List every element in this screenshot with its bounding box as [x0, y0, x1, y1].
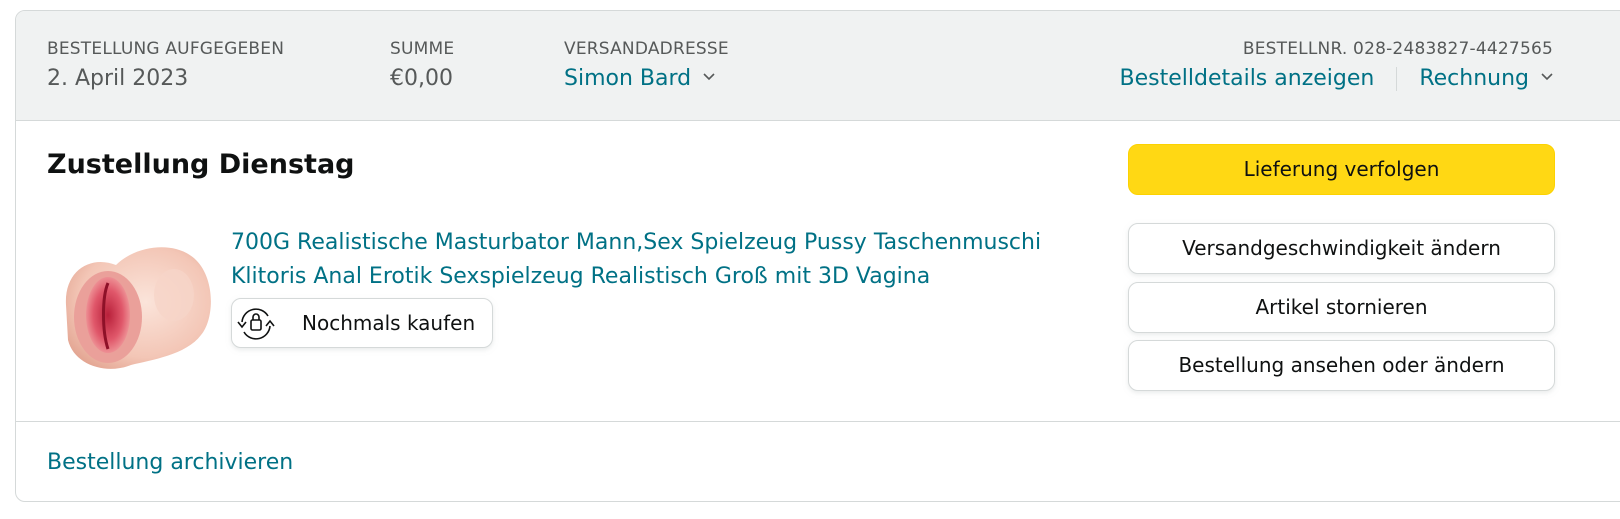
- cancel-item-button[interactable]: Artikel stornieren: [1128, 282, 1555, 333]
- product-title-link[interactable]: 700G Realistische Masturbator Mann,Sex S…: [231, 226, 1051, 294]
- delivery-status-title: Zustellung Dienstag: [47, 149, 355, 180]
- ship-to-name: Simon Bard: [564, 66, 692, 91]
- order-card: BESTELLUNG AUFGEGEBEN 2. April 2023 SUMM…: [15, 10, 1620, 502]
- order-total-column: SUMME €0,00: [390, 38, 454, 94]
- order-details-link[interactable]: Bestelldetails anzeigen: [1120, 66, 1375, 91]
- order-header-links: Bestelldetails anzeigen Rechnung: [1120, 64, 1554, 94]
- order-placed-date: 2. April 2023: [47, 66, 189, 91]
- invoice-dropdown[interactable]: Rechnung: [1419, 66, 1553, 91]
- change-shipping-speed-button[interactable]: Versandgeschwindigkeit ändern: [1128, 223, 1555, 274]
- order-placed-column: BESTELLUNG AUFGEGEBEN 2. April 2023: [47, 38, 284, 94]
- invoice-label: Rechnung: [1419, 66, 1529, 91]
- track-package-button[interactable]: Lieferung verfolgen: [1128, 144, 1555, 195]
- order-number: BESTELLNR. 028-2483827-4427565: [1242, 39, 1553, 59]
- order-number-column: BESTELLNR. 028-2483827-4427565 Bestellde…: [1120, 38, 1554, 94]
- order-total-label: SUMME: [390, 39, 455, 59]
- order-total-value: €0,00: [390, 66, 453, 91]
- chevron-down-icon: [703, 73, 715, 81]
- ship-to-column: VERSANDADRESSE Simon Bard: [564, 38, 729, 94]
- product-thumbnail[interactable]: [56, 235, 216, 385]
- footer-divider: [16, 421, 1620, 422]
- ship-to-label: VERSANDADRESSE: [564, 39, 729, 59]
- order-header: BESTELLUNG AUFGEGEBEN 2. April 2023 SUMM…: [16, 11, 1620, 121]
- view-edit-order-button[interactable]: Bestellung ansehen oder ändern: [1128, 340, 1555, 391]
- order-placed-label: BESTELLUNG AUFGEGEBEN: [47, 39, 285, 59]
- buy-again-button[interactable]: Nochmals kaufen: [231, 298, 493, 348]
- buy-again-icon: [237, 308, 275, 340]
- buy-again-label: Nochmals kaufen: [302, 311, 476, 335]
- archive-order-link[interactable]: Bestellung archivieren: [47, 448, 293, 478]
- ship-to-dropdown[interactable]: Simon Bard: [564, 64, 729, 94]
- chevron-down-icon: [1541, 73, 1553, 81]
- link-divider: [1396, 67, 1398, 91]
